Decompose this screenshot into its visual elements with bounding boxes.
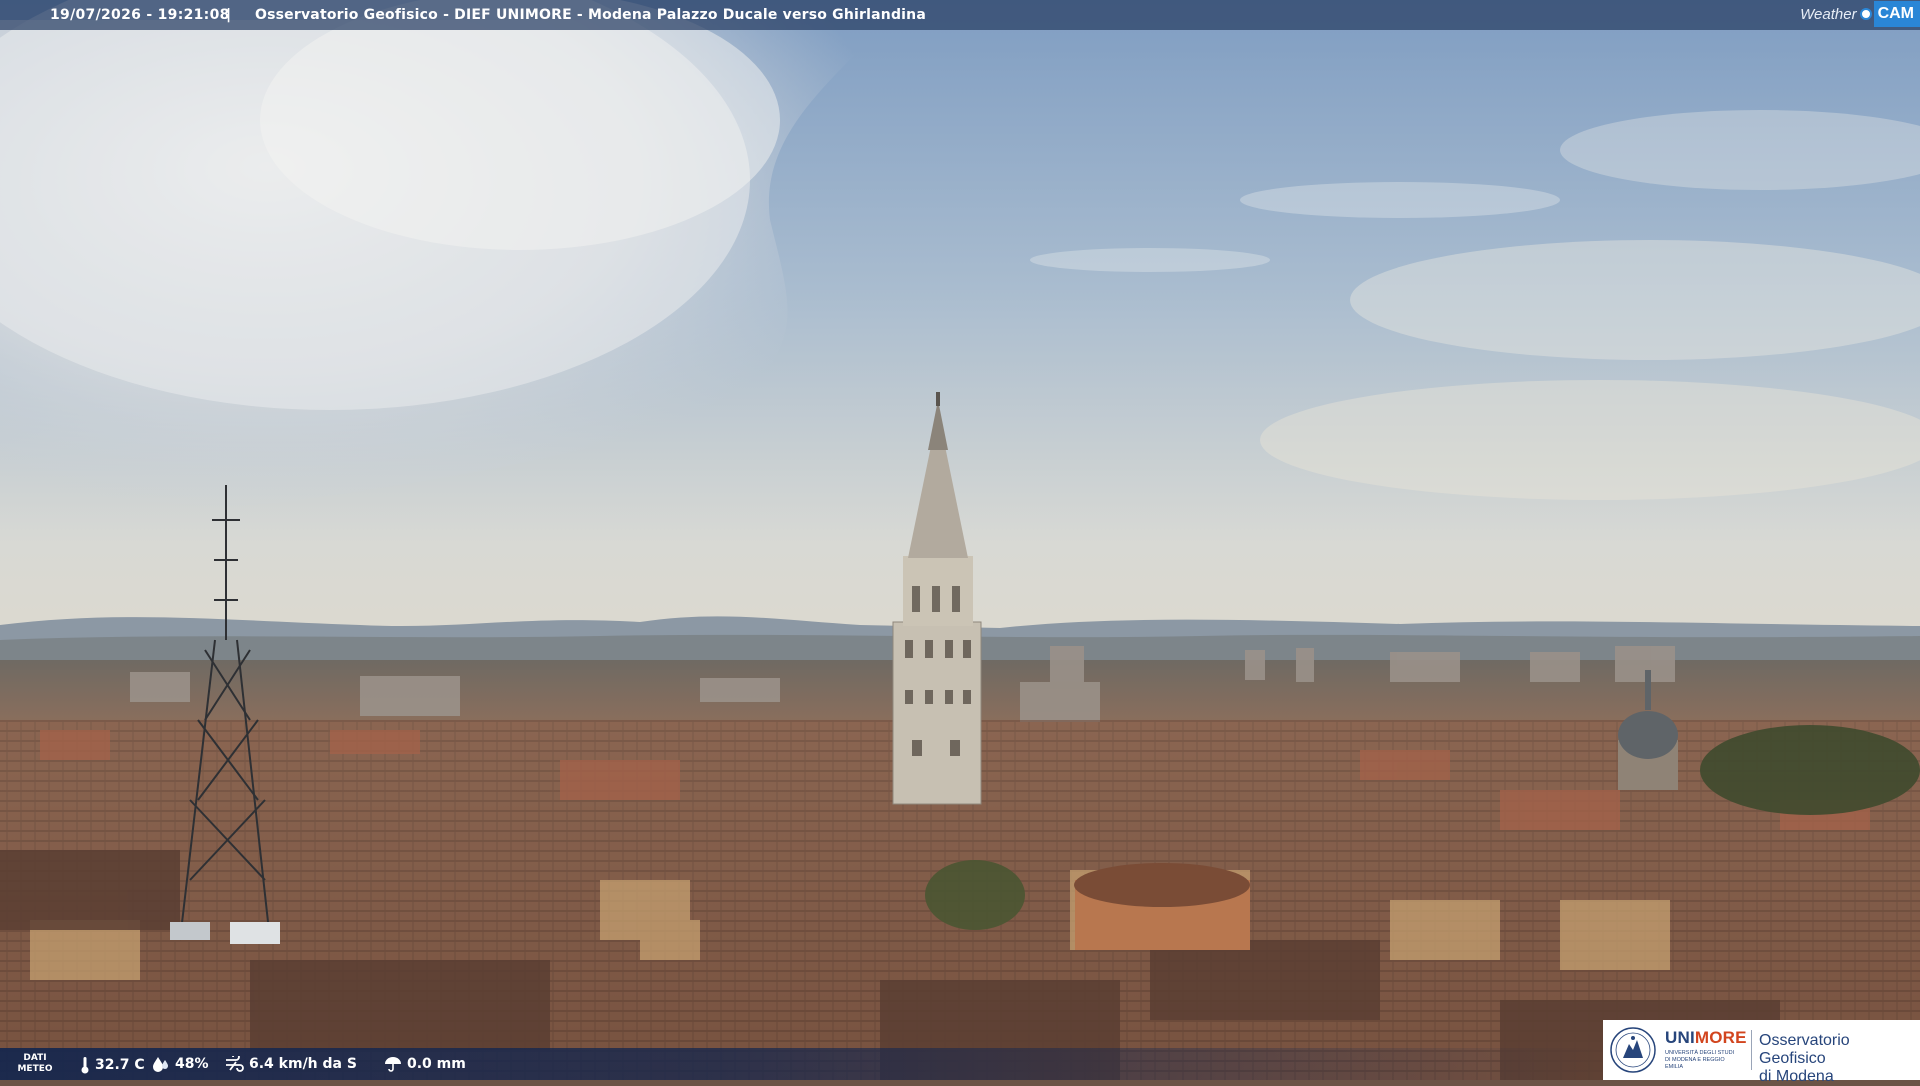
overlay-top-bar: 19/07/2026 - 19:21:08 | Osservatorio Geo… xyxy=(0,0,1920,30)
unimore-seal-icon xyxy=(1610,1027,1656,1073)
unimore-observatory-logo: UNIMORE UNIVERSITÀ DEGLI STUDI DI MODENA… xyxy=(1603,1020,1920,1085)
brand-cam-text: CAM xyxy=(1873,1,1920,27)
temperature-value: 32.7 C xyxy=(95,1057,145,1073)
brand-dot-icon xyxy=(1859,8,1872,20)
wind-icon xyxy=(226,1056,244,1072)
meteo-label: DATI METEO xyxy=(17,1053,53,1074)
logo-divider xyxy=(1751,1030,1752,1070)
rain-value: 0.0 mm xyxy=(407,1056,466,1072)
humidity-reading: 48% xyxy=(152,1056,209,1072)
separator: | xyxy=(226,7,232,23)
brand-weather-text: Weather xyxy=(1800,5,1857,23)
camera-title: Osservatorio Geofisico - DIEF UNIMORE - … xyxy=(255,7,926,23)
timestamp: 19/07/2026 - 19:21:08 xyxy=(50,7,230,23)
wind-value: 6.4 km/h da S xyxy=(249,1056,357,1072)
temperature-reading: 32.7 C xyxy=(80,1056,145,1074)
meteo-data-bar: DATI METEO 32.7 C 48% 6.4 km/h da S 0.0 … xyxy=(0,1048,1600,1080)
unimore-subtitle: UNIVERSITÀ DEGLI STUDI DI MODENA E REGGI… xyxy=(1665,1050,1735,1070)
unimore-wordmark: UNIMORE xyxy=(1665,1028,1747,1047)
rain-reading: 0.0 mm xyxy=(384,1056,466,1072)
humidity-value: 48% xyxy=(175,1056,209,1072)
webcam-scene xyxy=(0,0,1920,1080)
rain-umbrella-icon xyxy=(385,1057,401,1072)
observatory-name: Osservatorio Geofisico di Modena xyxy=(1759,1032,1850,1085)
wind-reading: 6.4 km/h da S xyxy=(224,1056,357,1072)
humidity-drop-icon xyxy=(153,1057,168,1072)
thermometer-icon xyxy=(81,1057,89,1074)
weathercam-logo: Weather CAM xyxy=(1800,0,1920,28)
